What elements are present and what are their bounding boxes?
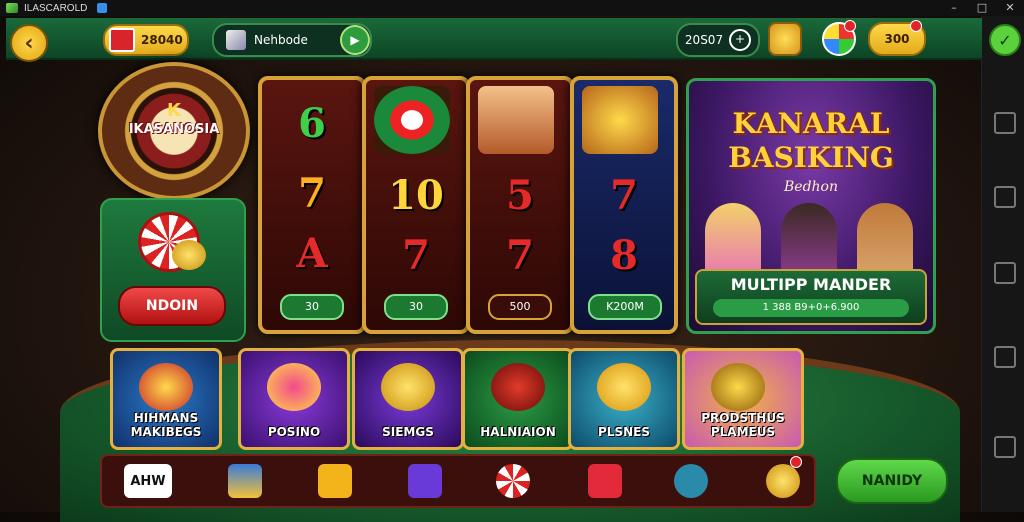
reel-symbol: 7 (610, 172, 638, 219)
roulette-label: IKASANOSIA (128, 122, 220, 137)
reel-symbol: 7 (298, 170, 326, 217)
minimize-button[interactable]: – (940, 0, 968, 16)
roulette-wheel[interactable]: K IKASANOSIA (98, 62, 250, 200)
roulette-art-icon (374, 86, 450, 154)
balance-value: 20S07 (684, 33, 724, 47)
balance-pill[interactable]: 20S07 + (676, 23, 760, 57)
tile-art-icon (597, 363, 651, 411)
add-funds-icon[interactable]: + (729, 29, 752, 51)
window-title: ILASCAROLD (24, 2, 88, 14)
game-tile-label: SIEMGS (382, 425, 434, 439)
featured-game-banner[interactable]: KANARAL BASIKING Bedhon MULTIPP MANDER 1… (686, 78, 936, 334)
game-tile-label: PLSNES (598, 425, 650, 439)
reel-bet: 30 (384, 294, 448, 320)
reel-bet: 30 (280, 294, 344, 320)
slot-reel[interactable]: 6 7 A 30 (258, 76, 366, 334)
game-tile[interactable]: PRODSTHUS PLAMEUS (682, 348, 804, 450)
chart-icon[interactable] (228, 464, 262, 498)
character-art (705, 203, 761, 275)
coin-icon[interactable] (766, 464, 800, 498)
emulator-side-rail: ✓ (981, 16, 1024, 512)
play-button[interactable]: NANIDY (836, 458, 948, 504)
tile-art-icon (491, 363, 545, 411)
bonus-panel: NDOIN (100, 198, 246, 342)
tile-art-icon (711, 363, 765, 411)
slot-reel[interactable]: 10 7 30 (362, 76, 470, 334)
check-icon[interactable]: ✓ (989, 24, 1021, 56)
game-tile[interactable]: HALNIAION (462, 348, 574, 450)
reel-symbol: A (296, 230, 328, 277)
game-tile[interactable]: SIEMGS (352, 348, 464, 450)
gift-icon (109, 28, 135, 52)
maximize-button[interactable]: □ (968, 0, 996, 16)
coin-balance-value: 28040 (141, 33, 183, 47)
reel-bet: K200M (588, 294, 662, 320)
multiplier-title: MULTIPP MANDER (730, 275, 892, 294)
character-art (781, 203, 837, 275)
game-tile-label: HIHMANS MAKIBEGS (130, 411, 202, 439)
avatar (226, 30, 246, 50)
search-field[interactable]: Nehbode ▶ (212, 23, 372, 57)
game-tile-label: PRODSTHUS PLAMEUS (701, 411, 785, 439)
roulette-letter: K (167, 100, 181, 121)
window-icon[interactable] (994, 186, 1016, 208)
reel-symbol: 7 (402, 232, 430, 279)
bottom-dock: AHW (100, 454, 816, 508)
game-tile-label: HALNIAION (480, 425, 556, 439)
app-logo-icon (6, 3, 18, 13)
game-tile[interactable]: HIHMANS MAKIBEGS (110, 348, 222, 450)
multiplier-value: 1 388 B9+0+6.900 (713, 299, 909, 317)
back-nav-icon[interactable] (994, 112, 1016, 134)
treasure-art-icon (582, 86, 658, 154)
game-tile[interactable]: PLSNES (568, 348, 680, 450)
game-tile-label: POSINO (267, 425, 321, 439)
feature-title-line2: BASIKING (728, 141, 894, 174)
multiplier-banner: MULTIPP MANDER 1 388 B9+0+6.900 (695, 269, 927, 325)
feature-title: KANARAL (732, 107, 890, 140)
trophy-icon[interactable] (768, 22, 802, 56)
coin-balance[interactable]: 28040 (103, 24, 189, 56)
slot-reel[interactable]: 7 8 K200M (570, 76, 678, 334)
reel-symbol: 10 (388, 172, 444, 219)
character-art (857, 203, 913, 275)
card-icon[interactable] (408, 464, 442, 498)
clock-icon[interactable] (674, 464, 708, 498)
home-icon[interactable] (994, 346, 1016, 368)
game-tile[interactable]: POSINO (238, 348, 350, 450)
characters-art-icon (478, 86, 554, 154)
notification-dot (790, 456, 802, 468)
feature-subtitle: Bedhon (784, 179, 838, 195)
tile-art-icon (139, 363, 193, 411)
slot-reel[interactable]: 5 7 500 (466, 76, 574, 334)
fullscreen-icon[interactable] (994, 436, 1016, 458)
notification-dot (844, 20, 856, 32)
chip-icon[interactable] (496, 464, 530, 498)
reel-symbol: 5 (506, 172, 534, 219)
tile-art-icon (267, 363, 321, 411)
gold-balance-value: 300 (884, 32, 910, 46)
app-badge-icon (97, 3, 108, 13)
rotate-icon[interactable] (994, 262, 1016, 284)
close-button[interactable]: ✕ (996, 0, 1024, 16)
reel-symbol: 8 (610, 232, 638, 279)
tile-art-icon (381, 363, 435, 411)
notification-dot (910, 20, 922, 32)
gold-coin-icon (172, 240, 206, 270)
reel-symbol: 7 (506, 232, 534, 279)
note-icon[interactable] (318, 464, 352, 498)
search-go-icon[interactable]: ▶ (340, 25, 370, 55)
dock-first-button[interactable]: AHW (124, 464, 172, 498)
back-button[interactable]: ‹ (10, 24, 48, 62)
search-text: Nehbode (254, 33, 308, 47)
reel-bet: 500 (488, 294, 552, 320)
reel-symbol: 6 (298, 100, 326, 147)
bonus-button[interactable]: NDOIN (118, 286, 226, 326)
window-titlebar: ILASCAROLD – □ ✕ (0, 0, 1024, 16)
dice-icon[interactable] (588, 464, 622, 498)
